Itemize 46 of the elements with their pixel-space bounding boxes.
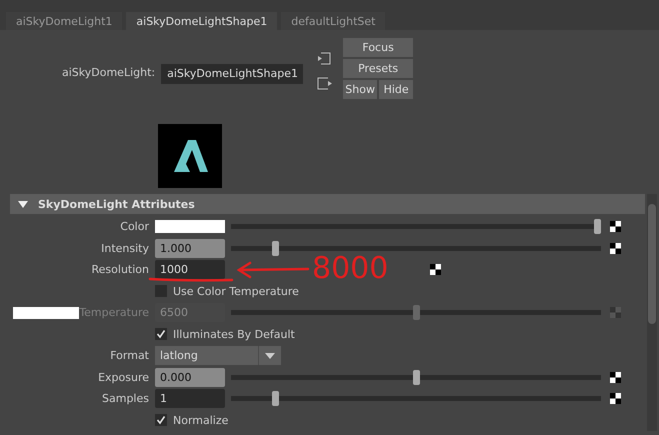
output-connection-icon[interactable] <box>317 77 334 90</box>
value-field[interactable]: 1 <box>155 389 225 408</box>
texture-map-icon[interactable] <box>610 221 621 232</box>
slider-thumb[interactable] <box>272 391 279 406</box>
attribute-label: Format <box>110 349 149 362</box>
tab[interactable]: defaultLightSet <box>281 12 386 30</box>
checkbox[interactable] <box>155 285 167 298</box>
checkbox-label: Illuminates By Default <box>173 328 295 341</box>
scrollbar[interactable] <box>647 194 657 431</box>
show-button[interactable]: Show <box>343 80 378 99</box>
texture-map-icon[interactable] <box>610 372 621 383</box>
checkmark-icon <box>156 415 166 426</box>
attribute-label: Intensity <box>101 242 149 255</box>
format-dropdown[interactable]: latlong <box>155 346 281 366</box>
attribute-label: Samples <box>102 392 149 406</box>
value-field[interactable]: 1.000 <box>155 238 225 258</box>
section-title: SkyDomeLight Attributes <box>38 198 195 210</box>
node-label: aiSkyDomeLight: <box>62 65 156 81</box>
tab[interactable]: aiSkyDomeLight1 <box>6 12 122 30</box>
color-swatch[interactable] <box>155 220 225 234</box>
checkmark-icon <box>156 329 166 340</box>
checkbox[interactable] <box>155 328 167 340</box>
attribute-label: Resolution <box>92 263 149 276</box>
slider-thumb[interactable] <box>272 240 279 256</box>
slider-thumb[interactable] <box>412 370 420 385</box>
checkbox-label: Use Color Temperature <box>173 284 299 298</box>
value-field[interactable]: 1000 <box>155 260 225 280</box>
checkbox-label: Normalize <box>173 414 228 427</box>
attribute-label: Color <box>120 220 149 234</box>
input-connection-icon[interactable] <box>317 52 332 65</box>
handwritten-annotation: 8000 <box>312 253 388 285</box>
texture-map-icon[interactable] <box>430 264 441 276</box>
hide-button[interactable]: Hide <box>379 80 414 99</box>
value-field[interactable]: 0.000 <box>155 368 225 387</box>
tab[interactable]: aiSkyDomeLightShape1 <box>126 12 278 30</box>
node-name-field[interactable]: aiSkyDomeLightShape1 <box>161 64 304 84</box>
focus-button[interactable]: Focus <box>343 38 414 57</box>
texture-map-icon[interactable] <box>610 242 621 254</box>
attribute-label: Temperature <box>79 306 149 320</box>
caret-icon <box>265 352 275 359</box>
presets-button[interactable]: Presets <box>343 59 414 78</box>
checkbox[interactable] <box>155 414 167 426</box>
section-header[interactable]: SkyDomeLight Attributes <box>10 194 645 214</box>
slider-thumb[interactable] <box>594 219 601 234</box>
attribute-label: Exposure <box>98 370 149 384</box>
texture-map-icon[interactable] <box>610 393 621 404</box>
